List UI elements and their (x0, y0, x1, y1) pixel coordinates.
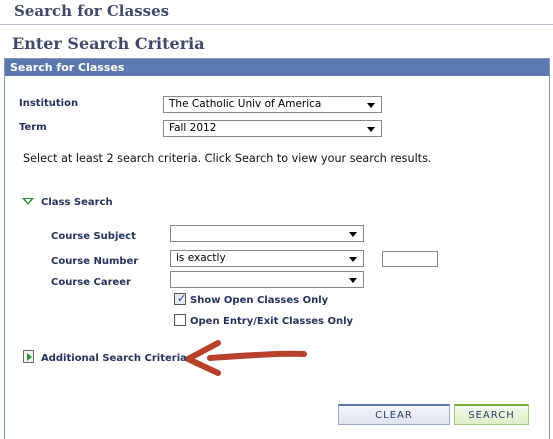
title-divider (0, 24, 553, 25)
course-subject-select[interactable] (170, 225, 364, 242)
course-career-label: Course Career (51, 277, 131, 288)
collapse-triangle-icon (22, 198, 34, 205)
chevron-down-icon (367, 103, 375, 108)
instructions-text: Select at least 2 search criteria. Click… (23, 152, 432, 165)
expand-box-icon (23, 350, 34, 363)
institution-label: Institution (19, 98, 79, 109)
show-open-classes-checkbox[interactable]: ✓ (174, 292, 187, 305)
clear-button[interactable]: CLEAR (338, 404, 450, 425)
open-entry-exit-label: Open Entry/Exit Classes Only (190, 316, 354, 327)
course-career-select[interactable] (170, 271, 364, 288)
page-subtitle: Enter Search Criteria (12, 34, 205, 53)
term-value: Fall 2012 (169, 122, 217, 134)
course-number-label: Course Number (51, 256, 139, 267)
checkmark-icon: ✓ (177, 292, 187, 305)
open-entry-exit-checkbox[interactable] (174, 314, 186, 326)
course-number-operator-value: is exactly (176, 252, 226, 264)
institution-value: The Catholic Univ of America (169, 98, 322, 110)
panel-header: Search for Classes (5, 59, 549, 76)
chevron-down-icon (349, 257, 357, 262)
page-title: Search for Classes (14, 2, 170, 20)
institution-select[interactable]: The Catholic Univ of America (163, 96, 382, 113)
search-button[interactable]: SEARCH (454, 404, 529, 425)
term-label: Term (19, 122, 47, 133)
course-number-operator-select[interactable]: is exactly (170, 250, 364, 267)
chevron-down-icon (367, 127, 375, 132)
chevron-down-icon (349, 278, 357, 283)
course-number-input[interactable] (382, 251, 438, 267)
course-subject-label: Course Subject (51, 231, 136, 242)
expand-triangle-icon (27, 353, 32, 361)
search-panel: Search for Classes (4, 58, 550, 439)
show-open-classes-label: Show Open Classes Only (190, 295, 329, 306)
class-search-label: Class Search (41, 197, 113, 208)
annotation-arrow-icon (186, 340, 307, 376)
additional-criteria-label: Additional Search Criteria (41, 353, 187, 364)
chevron-down-icon (349, 232, 357, 237)
term-select[interactable]: Fall 2012 (163, 120, 382, 137)
